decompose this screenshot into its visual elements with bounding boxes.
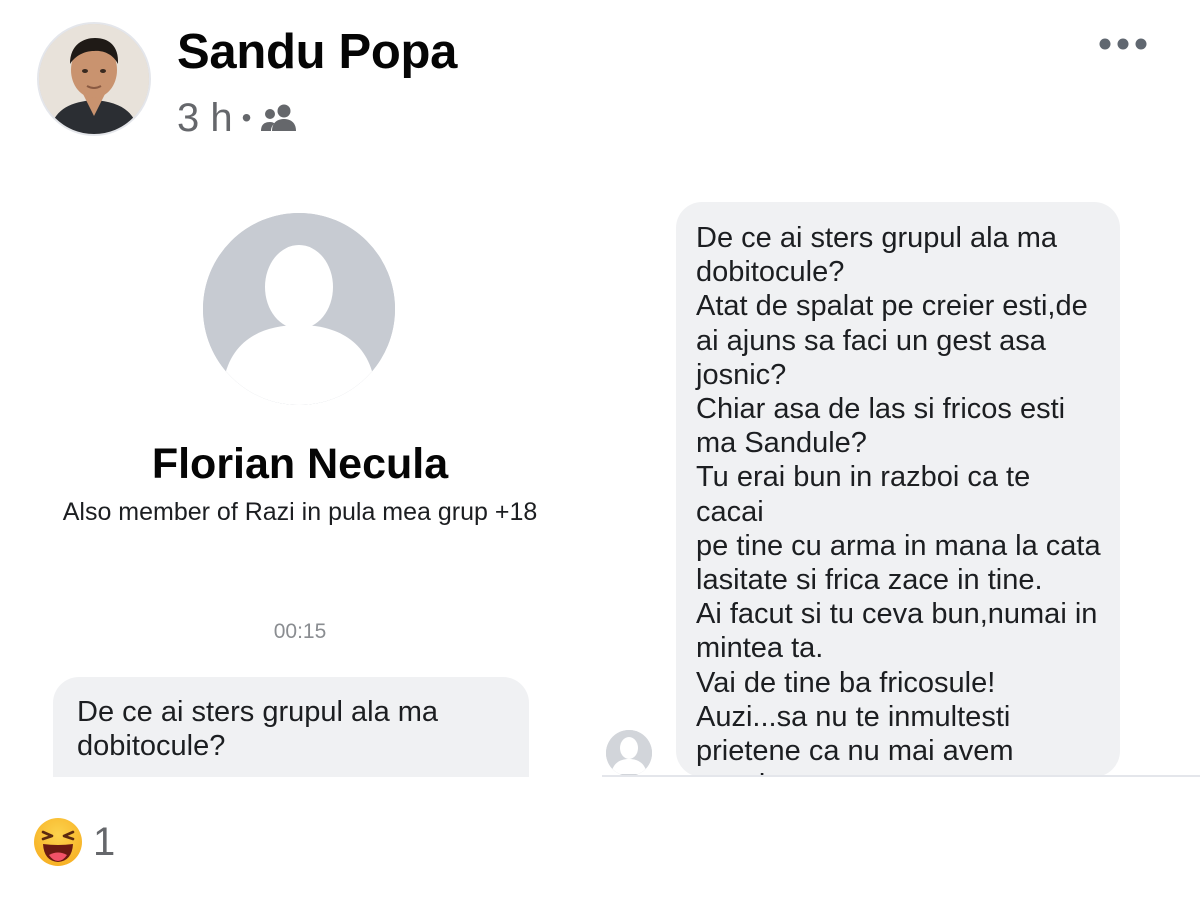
contact-subtitle: Also member of Razi in pula mea grup +18 [62,498,538,526]
message-bubble: De ce ai sters grupul ala ma dobitocule? [53,677,529,777]
post-image[interactable]: Florian Necula Also member of Razi in pu… [0,185,1200,777]
contact-name: Florian Necula [151,440,449,488]
haha-reaction-icon [33,817,83,867]
author-name[interactable]: Sandu Popa [177,24,457,80]
chat-screenshot-left: Florian Necula Also member of Razi in pu… [0,185,600,777]
reactions-summary[interactable]: 1 [33,816,115,868]
sender-avatar-icon [606,730,652,776]
friends-icon[interactable] [260,103,298,133]
image-divider [602,775,1200,777]
message-text: De ce ai sters grupul ala ma dobitocule? [77,696,439,762]
default-profile-icon [203,213,395,405]
chat-screenshot-right: De ce ai sters grupul ala ma dobitocule?… [602,185,1200,777]
post-time[interactable]: 3 h [177,96,233,141]
reaction-count: 1 [93,819,116,864]
message-text: De ce ai sters grupul ala ma dobitocule?… [696,222,1101,777]
facebook-post: Sandu Popa 3 h • Florian Necula Also mem… [0,0,1200,900]
meta-separator: • [241,102,252,133]
more-horizontal-icon [1099,38,1147,50]
author-avatar[interactable] [37,22,151,136]
more-options-button[interactable] [1092,24,1154,64]
author-photo-icon [39,24,149,134]
post-meta: 3 h • [177,96,298,140]
message-bubble: De ce ai sters grupul ala ma dobitocule?… [676,202,1120,777]
chat-timestamp: 00:15 [273,620,327,643]
